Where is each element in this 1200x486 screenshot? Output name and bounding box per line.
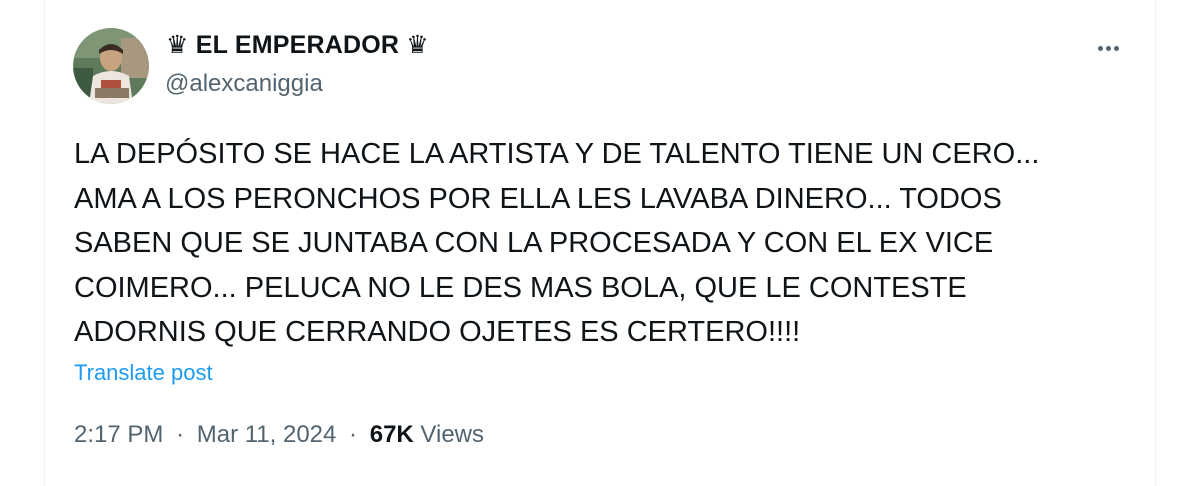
translate-post-link[interactable]: Translate post [74,360,213,386]
crown-icon: ♛ [166,31,189,59]
more-options-button[interactable] [1090,30,1126,66]
crown-icon: ♛ [406,31,429,59]
tweet-text-line: LA DEPÓSITO SE HACE LA ARTISTA Y DE TALE… [74,138,1040,170]
tweet-text-line: AMA A LOS PERONCHOS POR ELLA LES LAVABA … [74,182,1002,215]
page: ♛ EL EMPERADOR ♛ @alexcaniggia LA DEPÓSI… [0,0,1200,486]
tweet-text-line: COIMERO... PELUCA NO LE DES MAS BOLA, QU… [74,271,967,304]
separator-dot: · [349,421,358,448]
user-handle[interactable]: @alexcaniggia [165,70,323,98]
separator-dot: · [176,421,185,448]
more-dot-icon [1105,45,1111,51]
more-dot-icon [1113,45,1119,51]
tweet-metadata: 2:17 PM · Mar 11, 2024 · 67K Views [74,421,484,449]
tweet-time[interactable]: 2:17 PM [74,421,163,448]
tweet-date[interactable]: Mar 11, 2024 [197,421,337,448]
avatar[interactable] [73,28,149,104]
display-name[interactable]: ♛ EL EMPERADOR ♛ [166,30,429,60]
more-dot-icon [1097,45,1103,51]
tweet-text-line: SABEN QUE SE JUNTABA CON LA PROCESADA Y … [74,227,994,259]
display-name-text: EL EMPERADOR [195,31,400,59]
views-count[interactable]: 67K [370,421,414,448]
tweet-text-line: ADORNIS QUE CERRANDO OJETES ES CERTERO!!… [74,316,801,348]
views-label: Views [420,421,485,448]
tweet-text: LA DEPÓSITO SE HACE LA ARTISTA Y DE TALE… [74,132,1084,355]
avatar-image [73,28,149,104]
